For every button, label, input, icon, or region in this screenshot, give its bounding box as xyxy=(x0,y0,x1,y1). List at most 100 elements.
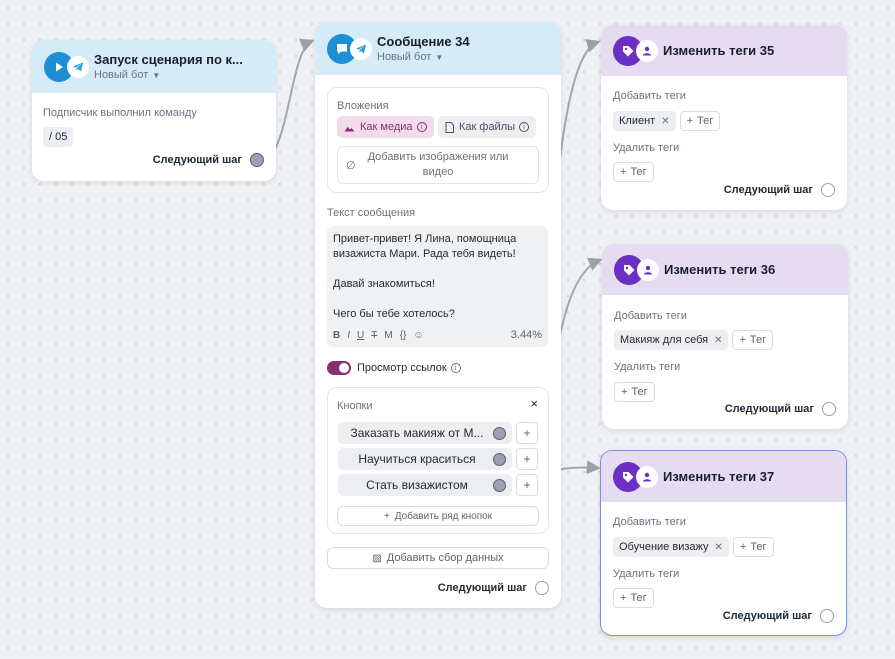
added-tags-list: Клиент ✕ + Тег xyxy=(613,111,721,131)
strikethrough-button[interactable]: T xyxy=(371,328,377,343)
added-tags-list: Обучение визажу ✕ + Тег xyxy=(613,537,774,557)
remove-tag-button[interactable]: + Тег xyxy=(613,162,654,182)
add-data-collection-button[interactable]: ▧ Добавить сбор данных xyxy=(327,547,549,569)
keyboard-button-label: Заказать макияж от М... xyxy=(350,426,484,440)
message-card-header[interactable]: Сообщение 34 Новый бот ▼ xyxy=(315,22,561,75)
keyboard-button-port[interactable] xyxy=(493,478,506,492)
next-step-row: Следующий шаг xyxy=(438,581,549,595)
tag-chip-label: Клиент xyxy=(619,115,656,127)
plus-icon: + xyxy=(620,166,627,178)
emoji-button[interactable]: ☺ xyxy=(413,328,423,343)
next-step-port[interactable] xyxy=(250,153,264,167)
image-icon xyxy=(344,126,355,131)
italic-button[interactable]: I xyxy=(347,328,350,343)
message-text-line: Привет-привет! Я Лина, помощница xyxy=(333,233,517,245)
format-toolbar: B I U T M {} ☺ 3.44% xyxy=(333,328,542,343)
tag-card-title: Изменить теги 37 xyxy=(663,469,775,484)
file-icon xyxy=(445,121,454,133)
tag-chip-label: Макияж для себя xyxy=(620,334,709,346)
data-collection-icon: ▧ xyxy=(372,552,382,564)
remove-tag-button[interactable]: + Тег xyxy=(614,382,655,402)
telegram-icon xyxy=(68,56,88,77)
remove-tag-icon[interactable]: ✕ xyxy=(715,542,723,553)
as-media-label: Как медиа xyxy=(360,121,413,133)
flow-canvas[interactable]: Запуск сценария по к... Новый бот ▼ Подпи… xyxy=(0,0,895,659)
telegram-icon xyxy=(351,38,371,59)
next-step-row: Следующий шаг xyxy=(723,609,834,623)
monospace-button[interactable]: M xyxy=(384,328,392,343)
add-button-in-row-3[interactable]: + xyxy=(516,474,538,496)
link-preview-row[interactable]: Просмотр ссылок i xyxy=(327,361,461,375)
command-badge[interactable]: / 05 xyxy=(43,127,74,147)
underline-button[interactable]: U xyxy=(357,328,364,343)
next-step-label: Следующий шаг xyxy=(724,403,814,415)
message-text-line xyxy=(333,262,542,277)
keyboard-button-label: Научиться краситься xyxy=(358,452,476,466)
tag-card-36[interactable]: Изменить теги 36 Добавить теги Макияж дл… xyxy=(602,244,848,429)
tag-card-header[interactable]: Изменить теги 35 xyxy=(601,25,847,76)
tag-chip[interactable]: Клиент ✕ xyxy=(613,111,676,131)
keyboard-button-3[interactable]: Стать визажистом xyxy=(338,474,512,496)
next-step-port[interactable] xyxy=(535,581,549,595)
attachments-label: Вложения xyxy=(337,100,389,112)
add-tag-button[interactable]: + Тег xyxy=(679,111,721,131)
keyboard-button-port[interactable] xyxy=(493,452,506,466)
variables-button[interactable]: {} xyxy=(400,328,407,343)
bot-selector[interactable]: Новый бот ▼ xyxy=(377,51,470,63)
add-media-text-2: видео xyxy=(422,166,454,178)
plus-icon: + xyxy=(383,510,390,522)
next-step-port[interactable] xyxy=(820,609,834,623)
plus-icon: + xyxy=(620,592,627,604)
remove-tag-label: Тег xyxy=(631,386,648,398)
remove-tag-label: Тег xyxy=(630,592,647,604)
remove-tags-label: Удалить теги xyxy=(614,361,681,373)
message-text-line xyxy=(333,292,542,307)
add-buttons-row[interactable]: + Добавить ряд кнопок xyxy=(337,506,539,526)
info-icon: i xyxy=(416,122,427,132)
remove-tag-button[interactable]: + Тег xyxy=(613,588,654,608)
keyboard-button-port[interactable] xyxy=(493,426,506,440)
add-tag-button[interactable]: + Тег xyxy=(732,537,774,557)
add-button-in-row-2[interactable]: + xyxy=(516,448,538,470)
start-card-header[interactable]: Запуск сценария по к... Новый бот ▼ xyxy=(32,40,276,93)
chevron-down-icon: ▼ xyxy=(435,53,444,62)
info-icon: i xyxy=(519,122,530,132)
remove-tag-icon[interactable]: ✕ xyxy=(661,116,669,127)
remove-tags-label: Удалить теги xyxy=(613,142,680,154)
tag-card-header[interactable]: Изменить теги 36 xyxy=(602,244,848,295)
plus-icon: + xyxy=(621,386,628,398)
attachments-panel: Вложения Как медиа i Как файлы i ∅ Добавит… xyxy=(327,87,549,193)
add-button-in-row-1[interactable]: + xyxy=(516,422,538,444)
next-step-label: Следующий шаг xyxy=(722,610,812,622)
tag-chip[interactable]: Обучение визажу ✕ xyxy=(613,537,729,557)
keyboard-button-1[interactable]: Заказать макияж от М... xyxy=(338,422,512,444)
add-media-dropzone[interactable]: ∅ Добавить изображения или видео xyxy=(337,146,539,184)
bold-button[interactable]: B xyxy=(333,328,340,343)
chevron-down-icon: ▼ xyxy=(152,71,161,80)
tag-card-35[interactable]: Изменить теги 35 Добавить теги Клиент ✕ +… xyxy=(601,25,847,210)
message-card[interactable]: Сообщение 34 Новый бот ▼ Вложения Как мед… xyxy=(315,22,561,608)
keyboard-button-2[interactable]: Научиться краситься xyxy=(338,448,512,470)
user-icon xyxy=(637,466,657,487)
add-media-text: Добавить изображения или xyxy=(367,151,509,163)
tag-card-title: Изменить теги 36 xyxy=(664,262,776,277)
as-files-button[interactable]: Как файлы i xyxy=(438,116,537,138)
next-step-port[interactable] xyxy=(821,183,835,197)
plus-icon: + xyxy=(739,334,746,346)
buttons-panel: Кнопки × Заказать макияж от М... + Научи… xyxy=(327,387,549,534)
next-step-row: Следующий шаг xyxy=(725,402,836,416)
tag-chip[interactable]: Макияж для себя ✕ xyxy=(614,330,729,350)
bot-selector[interactable]: Новый бот ▼ xyxy=(94,69,243,81)
tag-chip-label: Обучение визажу xyxy=(619,541,709,553)
link-preview-toggle[interactable] xyxy=(327,361,351,375)
start-card[interactable]: Запуск сценария по к... Новый бот ▼ Подпи… xyxy=(32,40,276,181)
remove-tag-icon[interactable]: ✕ xyxy=(714,335,722,346)
next-step-port[interactable] xyxy=(822,402,836,416)
as-media-button[interactable]: Как медиа i xyxy=(337,116,434,138)
message-text-editor[interactable]: Привет-привет! Я Лина, помощница визажис… xyxy=(327,226,548,347)
tag-card-header[interactable]: Изменить теги 37 xyxy=(601,451,846,502)
add-tag-button[interactable]: + Тег xyxy=(732,330,774,350)
close-icon[interactable]: × xyxy=(530,396,538,411)
plus-icon: + xyxy=(686,115,694,127)
tag-card-37[interactable]: Изменить теги 37 Добавить теги Обучение … xyxy=(600,450,847,636)
